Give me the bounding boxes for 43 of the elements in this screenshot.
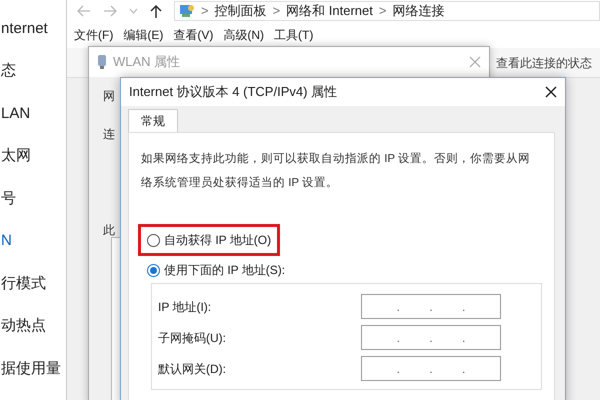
network-adapter-icon xyxy=(97,54,107,70)
label-text: 此 xyxy=(103,222,115,239)
ip-address-field[interactable]: . . . xyxy=(361,294,501,319)
control-panel-icon xyxy=(179,4,195,18)
sidebar-item[interactable]: 号 xyxy=(1,188,66,210)
sidebar-item[interactable]: N xyxy=(1,230,66,253)
menu-item[interactable]: 文件(F) xyxy=(74,26,114,44)
menu-item[interactable]: 编辑(E) xyxy=(123,26,164,44)
ip-address-field[interactable]: . . . xyxy=(361,356,501,381)
address-bar[interactable]: > 控制面板 > 网络和 Internet > 网络连接 xyxy=(174,1,600,21)
sidebar-item[interactable]: 动热点 xyxy=(1,315,66,338)
field-label: 子网掩码(U): xyxy=(158,330,226,346)
breadcrumb-separator: > xyxy=(201,2,209,20)
tab[interactable]: 常规 xyxy=(128,109,178,132)
radio-button[interactable] xyxy=(147,264,160,276)
menu-item[interactable]: 工具(T) xyxy=(274,26,314,44)
description-text: 如果网络支持此功能，则可以获取自动指派的 IP 设置。否则，你需要从网络系统管理员处获得适当的 IP 设置。 xyxy=(141,152,532,191)
up-arrow-icon[interactable] xyxy=(150,4,162,18)
sidebar-item[interactable]: 据使用量 xyxy=(1,358,66,380)
label-text: 连 xyxy=(103,126,115,143)
sidebar-item[interactable]: 太网 xyxy=(1,145,66,168)
close-icon[interactable] xyxy=(545,86,557,98)
window-title: WLAN 属性 xyxy=(113,53,180,72)
field-label: IP 地址(I): xyxy=(158,298,212,316)
sidebar-item[interactable]: LAN xyxy=(1,102,66,126)
label-text: 网 xyxy=(103,88,115,105)
radio-option[interactable]: 使用下面的 IP 地址(S): xyxy=(141,257,292,283)
breadcrumb-item[interactable]: 网络连接 xyxy=(392,1,444,21)
breadcrumb-separator: > xyxy=(272,2,280,20)
menu-item[interactable]: 高级(N) xyxy=(223,26,264,44)
breadcrumb-item[interactable]: 控制面板 xyxy=(214,1,267,21)
breadcrumb-item[interactable]: 网络和 Internet xyxy=(286,1,373,21)
dialog-title: Internet 协议版本 4 (TCP/IPv4) 属性 xyxy=(129,83,338,102)
toolbar-item[interactable]: 查看此连接的状态 xyxy=(496,54,592,72)
ip-address-field[interactable]: . . . xyxy=(361,325,501,350)
menu-item[interactable]: 查看(V) xyxy=(173,26,214,44)
sidebar-item[interactable]: nternet xyxy=(1,18,66,40)
breadcrumb-separator: > xyxy=(378,2,386,20)
radio-option[interactable]: 自动获得 IP 地址(O) xyxy=(141,227,278,253)
sidebar-item[interactable]: 行模式 xyxy=(1,272,66,296)
field-label: 默认网关(D): xyxy=(158,360,226,378)
sidebar-item[interactable]: 态 xyxy=(1,60,66,83)
radio-button[interactable] xyxy=(147,234,160,246)
